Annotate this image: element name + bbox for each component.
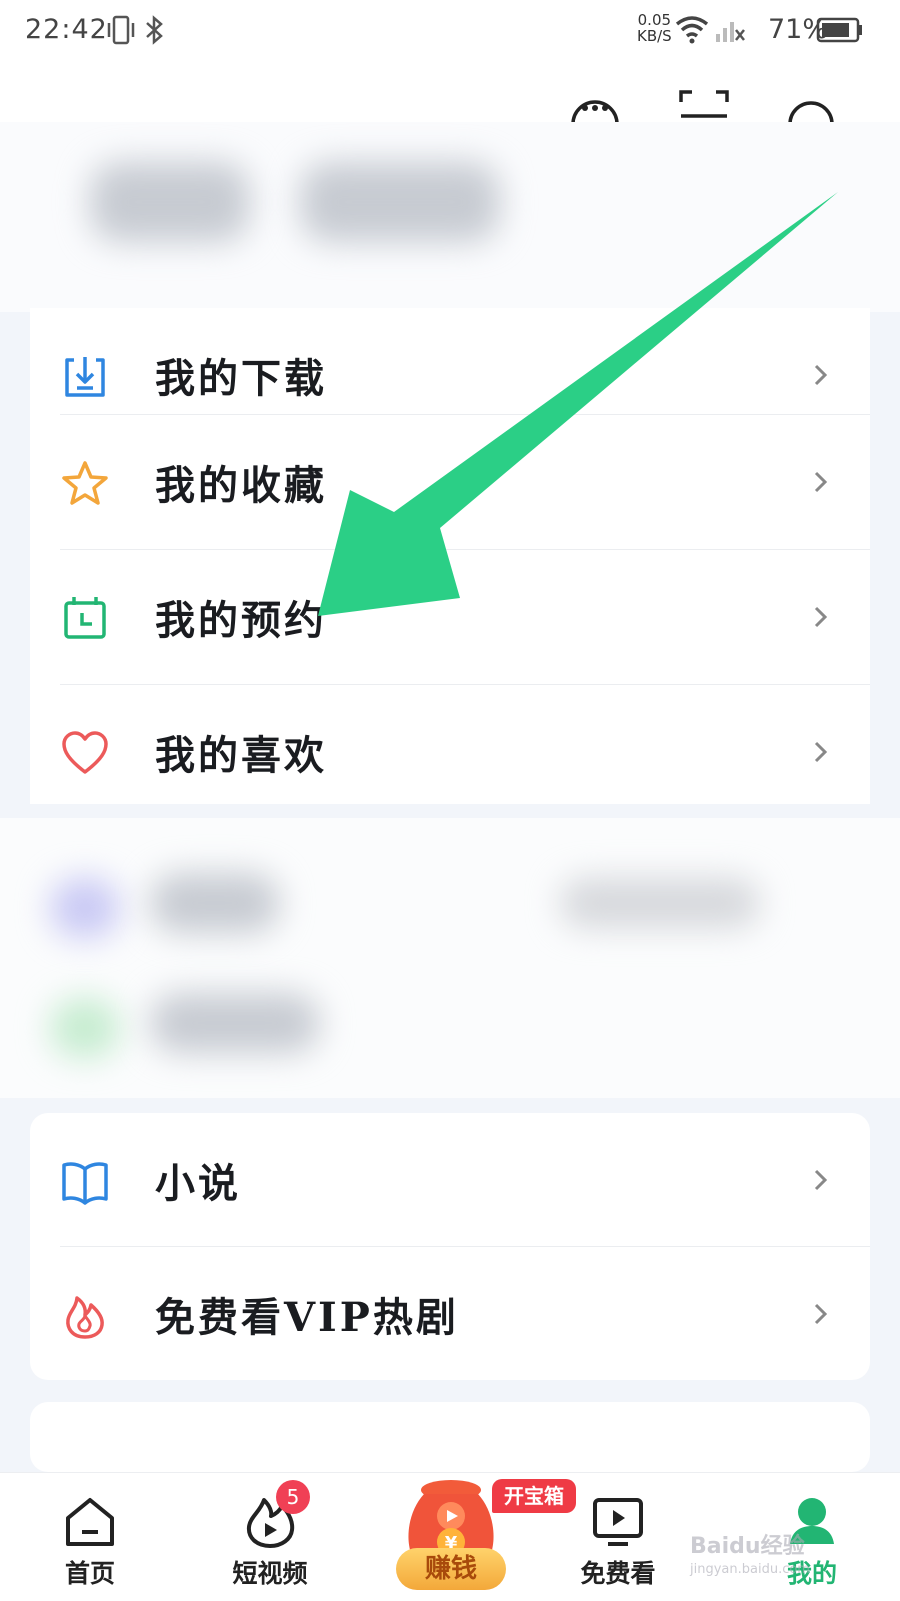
nav-short-video-label: 短视频: [232, 1559, 308, 1588]
alarm-clock-icon: [64, 597, 106, 639]
blurred-menu-section: [0, 818, 900, 1098]
signal-icon: [716, 22, 745, 42]
network-speed-unit: KB/S: [637, 27, 672, 45]
fire-icon: [66, 1296, 104, 1339]
my-menu-card: 我的下载 我的收藏 我的预约 我的喜欢: [30, 308, 870, 804]
notification-badge: 5: [276, 1480, 310, 1514]
chevron-right-icon: [814, 471, 828, 493]
blurred-value: [560, 878, 760, 928]
search-icon[interactable]: [786, 86, 836, 126]
menu-item-likes[interactable]: 我的喜欢: [30, 685, 870, 804]
blurred-label: [150, 873, 280, 933]
nav-short-video[interactable]: 5 短视频: [200, 1472, 340, 1600]
menu-item-reservations[interactable]: 我的预约: [30, 550, 870, 687]
network-speed-value: 0.05: [637, 11, 672, 29]
status-time: 22:42: [25, 14, 108, 45]
nav-free-watch[interactable]: 免费看: [548, 1472, 688, 1600]
home-icon: [66, 1498, 114, 1546]
status-bar: 22:42 0.05 KB/S 71%: [0, 0, 900, 64]
menu-item-label: 我的收藏: [155, 462, 327, 509]
menu-item-favorites[interactable]: 我的收藏: [30, 415, 870, 552]
bluetooth-icon: [146, 15, 163, 45]
nav-free-watch-label: 免费看: [580, 1559, 656, 1588]
chevron-right-icon: [814, 1169, 828, 1191]
nav-home[interactable]: 首页: [20, 1472, 160, 1600]
extras-menu-card: 小说 免费看VIP热剧: [30, 1113, 870, 1380]
chevron-right-icon: [814, 364, 828, 386]
download-icon: [65, 357, 105, 397]
message-icon[interactable]: [570, 86, 620, 126]
book-icon: [62, 1162, 108, 1205]
network-speed: 0.05 KB/S: [637, 12, 672, 44]
nav-home-label: 首页: [64, 1559, 115, 1588]
chevron-right-icon: [814, 741, 828, 763]
vibrate-icon: [107, 15, 135, 45]
menu-item-label: 我的预约: [155, 597, 327, 644]
watermark: Baidu经验: [690, 1534, 805, 1559]
tv-icon: [593, 1498, 643, 1546]
blurred-label: [150, 993, 320, 1053]
heart-icon: [62, 731, 108, 774]
menu-item-free-vip[interactable]: 免费看VIP热剧: [30, 1247, 870, 1380]
menu-item-label: 我的下载: [155, 355, 327, 402]
menu-item-label: 我的喜欢: [155, 732, 327, 779]
blurred-icon: [50, 998, 120, 1058]
scan-icon[interactable]: [678, 86, 730, 126]
menu-item-label: 小说: [155, 1160, 241, 1207]
blurred-username: [300, 162, 500, 242]
star-icon: [62, 461, 108, 505]
watermark-url: jingyan.baidu.com: [690, 1562, 810, 1577]
menu-item-label: 免费看VIP热剧: [155, 1294, 459, 1341]
top-action-bar: [0, 64, 900, 126]
nav-earn-label[interactable]: 赚钱: [396, 1548, 506, 1590]
next-card-partial: [30, 1402, 870, 1472]
blurred-icon: [50, 878, 120, 938]
profile-header-blurred: [0, 122, 900, 312]
menu-item-novels[interactable]: 小说: [30, 1113, 870, 1250]
wifi-icon: [675, 16, 709, 44]
chevron-right-icon: [814, 606, 828, 628]
blurred-avatar: [90, 162, 250, 242]
battery-icon: [816, 17, 862, 43]
chevron-right-icon: [814, 1303, 828, 1325]
